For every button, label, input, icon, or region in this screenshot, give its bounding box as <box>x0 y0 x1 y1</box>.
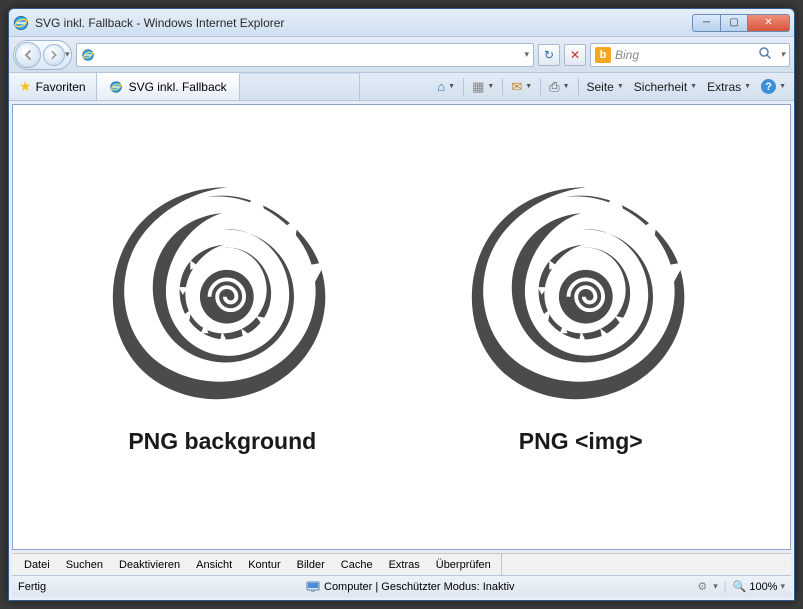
bing-icon: b <box>595 47 611 63</box>
chevron-down-icon: ▼ <box>525 83 532 90</box>
star-icon: ★ <box>19 78 32 95</box>
arrow-right-icon <box>49 50 59 60</box>
magnifier-icon: 🔍 <box>733 580 747 593</box>
print-icon: ⎙ <box>549 79 559 95</box>
command-bar: ⌂▼ ▦▼ ✉▼ ⎙▼ Seite▼ Sicherheit▼ Extras▼ ?… <box>429 73 794 100</box>
page-menu[interactable]: Seite▼ <box>583 78 628 96</box>
chevron-down-icon: ▾ <box>780 581 785 592</box>
status-zone: Computer | Geschützter Modus: Inaktiv <box>306 581 689 593</box>
nautilus-shell-icon <box>97 170 347 410</box>
refresh-icon: ↻ <box>544 48 554 62</box>
chevron-down-icon[interactable]: ▾ <box>713 581 718 592</box>
page-content: PNG background PNG <img> <box>12 104 791 550</box>
devmenu-datei[interactable]: Datei <box>18 557 56 573</box>
zone-text: Computer | Geschützter Modus: Inaktiv <box>324 581 515 593</box>
favorites-button[interactable]: ★ Favoriten <box>9 73 97 100</box>
demo-left: PNG background <box>97 170 347 455</box>
new-tab-button[interactable] <box>240 73 360 100</box>
search-dropdown-icon[interactable]: ▾ <box>780 49 785 60</box>
mail-button[interactable]: ✉▼ <box>507 77 536 97</box>
zoom-control[interactable]: 🔍 100% ▾ <box>733 580 785 593</box>
ie-logo-icon <box>13 15 29 31</box>
back-forward-group: ▾ <box>13 40 72 70</box>
home-icon: ⌂ <box>437 79 445 94</box>
address-dropdown-icon[interactable]: ▾ <box>524 49 529 60</box>
feeds-icon: ▦ <box>472 79 484 95</box>
chevron-down-icon: ▼ <box>779 83 786 90</box>
safety-menu[interactable]: Sicherheit▼ <box>630 78 701 96</box>
computer-icon <box>306 581 320 593</box>
refresh-button[interactable]: ↻ <box>538 44 560 66</box>
help-icon: ? <box>761 79 776 94</box>
tab-page-icon <box>109 80 123 94</box>
devmenu-extras[interactable]: Extras <box>383 557 426 573</box>
protected-mode-icon: ⚙ <box>697 580 707 593</box>
mail-icon: ✉ <box>511 79 522 95</box>
magnifier-icon <box>758 46 772 60</box>
nautilus-shell-icon <box>456 170 706 410</box>
help-button[interactable]: ?▼ <box>757 77 790 96</box>
maximize-button[interactable]: ▢ <box>720 14 748 32</box>
stop-button[interactable]: ✕ <box>564 44 586 66</box>
address-bar[interactable]: ▾ <box>76 43 534 67</box>
devmenu-bilder[interactable]: Bilder <box>291 557 331 573</box>
right-caption: PNG <img> <box>519 428 643 455</box>
window-title: SVG inkl. Fallback - Windows Internet Ex… <box>35 16 692 30</box>
back-button[interactable] <box>15 42 41 68</box>
status-text: Fertig <box>18 581 298 593</box>
status-bar: Fertig Computer | Geschützter Modus: Ina… <box>12 575 791 597</box>
search-bar[interactable]: b Bing ▾ <box>590 43 790 67</box>
nav-history-dropdown[interactable]: ▾ <box>65 49 70 60</box>
devmenu-ueberpruefen[interactable]: Überprüfen <box>430 557 497 573</box>
chevron-down-icon: ▼ <box>563 83 570 90</box>
browser-window: SVG inkl. Fallback - Windows Internet Ex… <box>8 8 795 601</box>
devmenu-kontur[interactable]: Kontur <box>242 557 286 573</box>
home-button[interactable]: ⌂▼ <box>433 77 459 96</box>
tab-row: ★ Favoriten SVG inkl. Fallback ⌂▼ ▦▼ ✉▼ … <box>9 73 794 101</box>
stop-icon: ✕ <box>570 48 580 62</box>
devmenu-cache[interactable]: Cache <box>335 557 379 573</box>
chevron-down-icon: ▼ <box>690 83 697 90</box>
page-icon <box>81 48 95 62</box>
navigation-bar: ▾ ▾ ↻ ✕ b Bing ▾ <box>9 37 794 73</box>
chevron-down-icon: ▼ <box>487 83 494 90</box>
titlebar: SVG inkl. Fallback - Windows Internet Ex… <box>9 9 794 37</box>
zoom-value: 100% <box>749 581 777 593</box>
devmenu-ansicht[interactable]: Ansicht <box>190 557 238 573</box>
search-placeholder: Bing <box>615 48 639 62</box>
minimize-button[interactable]: ─ <box>692 14 720 32</box>
print-button[interactable]: ⎙▼ <box>545 77 573 97</box>
status-separator: | <box>724 581 727 593</box>
tab-title: SVG inkl. Fallback <box>129 80 227 94</box>
devtools-menu-bar: Datei Suchen Deaktivieren Ansicht Kontur… <box>12 553 791 575</box>
search-button[interactable] <box>754 46 776 63</box>
forward-button[interactable] <box>43 44 65 66</box>
devmenu-deaktivieren[interactable]: Deaktivieren <box>113 557 186 573</box>
demo-right: PNG <img> <box>456 170 706 455</box>
tab-active[interactable]: SVG inkl. Fallback <box>97 73 240 100</box>
arrow-left-icon <box>22 49 34 61</box>
chevron-down-icon: ▼ <box>617 83 624 90</box>
feeds-button[interactable]: ▦▼ <box>468 77 498 97</box>
close-button[interactable]: ✕ <box>748 14 790 32</box>
left-caption: PNG background <box>128 428 316 455</box>
extras-menu[interactable]: Extras▼ <box>703 78 755 96</box>
devmenu-suchen[interactable]: Suchen <box>60 557 109 573</box>
chevron-down-icon: ▼ <box>744 83 751 90</box>
window-controls: ─ ▢ ✕ <box>692 14 790 32</box>
chevron-down-icon: ▼ <box>448 83 455 90</box>
favorites-label: Favoriten <box>36 80 86 94</box>
